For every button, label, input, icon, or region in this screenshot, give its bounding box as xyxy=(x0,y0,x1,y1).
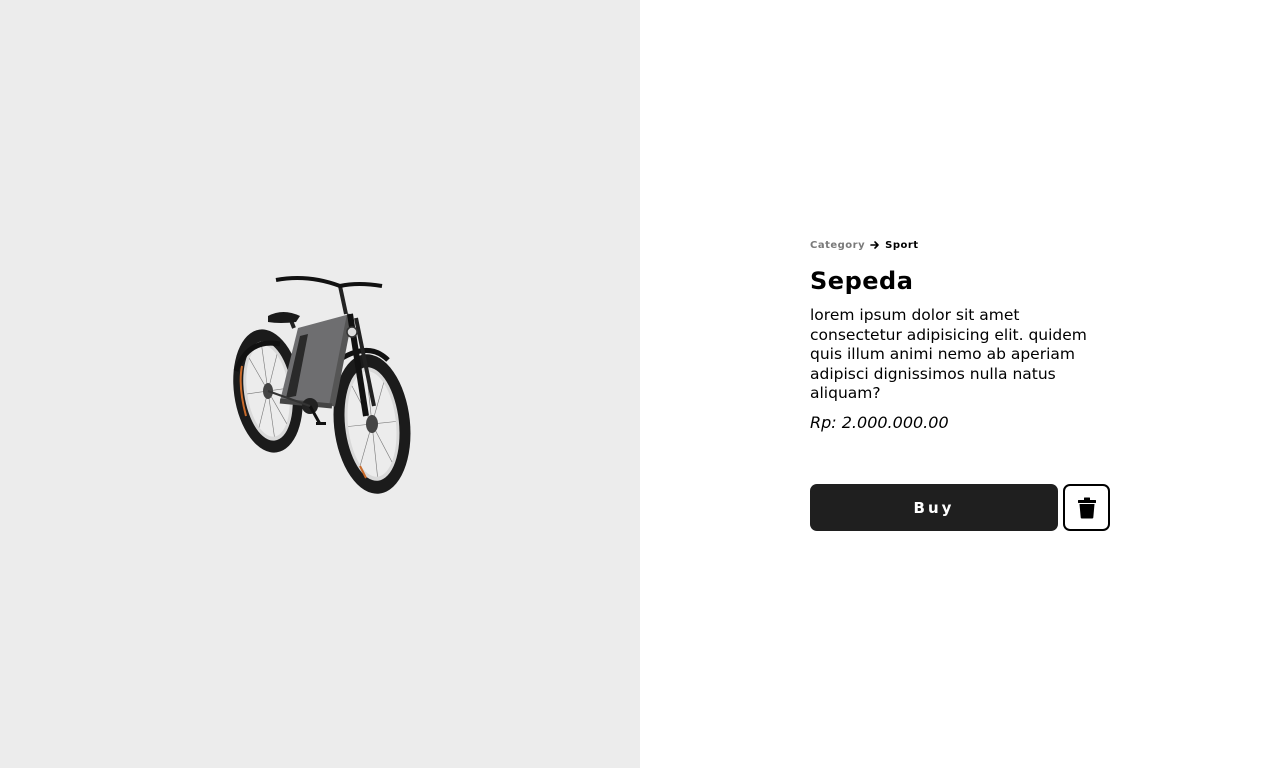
product-detail-page: Category Sport Sepeda lorem ipsum dolor … xyxy=(0,0,1280,768)
trash-icon xyxy=(1077,497,1096,518)
breadcrumb: Category Sport xyxy=(810,236,1110,254)
arrow-right-icon xyxy=(870,241,879,249)
product-detail-panel: Category Sport Sepeda lorem ipsum dolor … xyxy=(640,0,1280,768)
bicycle-image xyxy=(233,276,411,494)
product-price: Rp: 2.000.000.00 xyxy=(810,412,949,432)
product-actions: Buy xyxy=(810,484,1110,531)
breadcrumb-category-label[interactable]: Category xyxy=(810,240,865,251)
product-image-panel xyxy=(0,0,640,768)
product-description: lorem ipsum dolor sit amet consectetur a… xyxy=(810,306,1087,402)
buy-button[interactable]: Buy xyxy=(810,484,1058,531)
delete-button[interactable] xyxy=(1063,484,1110,531)
breadcrumb-current-category: Sport xyxy=(885,239,919,251)
product-info: Category Sport Sepeda lorem ipsum dolor … xyxy=(810,236,1110,433)
product-title: Sepeda xyxy=(810,267,914,295)
